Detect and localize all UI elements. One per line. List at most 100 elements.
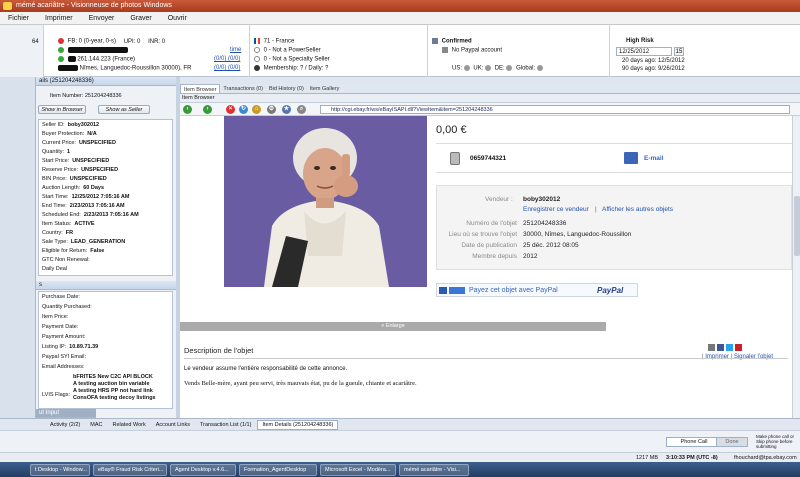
field-label: BIN Price: xyxy=(42,176,67,182)
item-photo[interactable] xyxy=(224,116,427,287)
field-label: Email Addresses: xyxy=(42,364,85,370)
tab-activity[interactable]: Activity (2/2) xyxy=(46,421,84,429)
page-scrollbar[interactable] xyxy=(792,116,800,418)
print-link[interactable]: Imprimer xyxy=(705,354,729,360)
field-label: Item Status: xyxy=(42,221,72,227)
risk-date-input[interactable]: 12/25/2012 xyxy=(616,47,672,56)
description-text: Vends Belle-mère, ayant peu servi, très … xyxy=(184,380,417,387)
calendar-icon[interactable]: 15 xyxy=(674,47,684,56)
scrollbar-thumb[interactable] xyxy=(794,196,800,256)
menu-envoyer[interactable]: Envoyer xyxy=(87,14,117,23)
facebook-icon[interactable] xyxy=(717,344,724,351)
task-ebay-fraud[interactable]: eBay® Fraud Risk Criteri... xyxy=(93,463,167,476)
task-agent-desktop[interactable]: Agent Desktop v.4.6... xyxy=(170,463,236,476)
item-details-inner: ails (251204248336) Item Number: 2512042… xyxy=(36,77,177,418)
menu-graver[interactable]: Graver xyxy=(128,14,153,23)
field-row: Item Status: ACTIVE xyxy=(42,221,95,227)
info-paypal-column: Confirmed No Paypal account US: UK: DE: … xyxy=(428,25,610,77)
item-number-value: 251204248336 xyxy=(84,93,122,99)
save-seller-link[interactable]: Enregistrer ce vendeur xyxy=(523,206,589,213)
seller-phone[interactable]: 0659744321 xyxy=(470,155,506,162)
field-label: Scheduled End: xyxy=(42,212,81,218)
task-desktop[interactable]: t Desktop - Window... xyxy=(30,463,90,476)
listing-value: 251204248336 xyxy=(523,220,567,227)
region-uk-icon xyxy=(485,65,492,71)
pinterest-icon[interactable] xyxy=(735,344,742,351)
tab-mac[interactable]: MAC xyxy=(86,421,106,429)
region-uk: UK: xyxy=(473,65,484,72)
url-field[interactable]: http://cgi.ebay.fr/ws/eBayISAPI.dll?View… xyxy=(320,105,790,114)
email-link[interactable]: E-mail xyxy=(644,155,664,162)
field-row: Payment Amount: xyxy=(42,334,88,340)
item-fields-box: Seller ID: boby302012 Buyer Protection: N/A… xyxy=(38,119,173,276)
seller-name[interactable]: boby302012 xyxy=(523,196,560,203)
field-label: Country: xyxy=(42,230,63,236)
field-label: Start Price: xyxy=(42,158,70,164)
menu-imprimer[interactable]: Imprimer xyxy=(43,14,75,23)
tab-transactions[interactable]: Transactions (0) xyxy=(220,84,266,93)
tab-account-links[interactable]: Account Links xyxy=(152,421,194,429)
time-link[interactable]: time xyxy=(230,47,241,53)
field-row: Purchase Date: xyxy=(42,294,83,300)
france-flag-icon xyxy=(254,38,260,44)
menu-ouvrir[interactable]: Ouvrir xyxy=(166,14,189,23)
user-status-icon xyxy=(58,47,64,53)
back-icon[interactable]: ‹ xyxy=(183,105,192,114)
report-link[interactable]: Signaler l'objet xyxy=(734,354,773,360)
tab-bid-history[interactable]: Bid History (0) xyxy=(266,84,307,93)
field-row: Start Time: 12/25/2012 7:05:16 AM xyxy=(42,194,129,200)
field-value: 2/23/2013 7:05:16 AM xyxy=(69,203,125,209)
field-label: Sale Type: xyxy=(42,239,68,245)
task-excel[interactable]: Microsoft Excel - Modèra... xyxy=(320,463,396,476)
region-de-icon xyxy=(506,65,513,71)
done-button[interactable]: Done xyxy=(716,437,748,447)
field-value: 1 xyxy=(67,149,71,155)
field-value: LEAD_GENERATION xyxy=(70,239,126,245)
phone-call-field[interactable]: Phone Call xyxy=(666,437,722,447)
search-icon[interactable]: ⌕ xyxy=(297,105,306,114)
field-row: GTC Non Renewal: xyxy=(42,257,93,263)
enlarge-bar[interactable]: ⌕ Enlarge xyxy=(180,322,606,331)
mail-share-icon[interactable] xyxy=(708,344,715,351)
tab-item-details[interactable]: Item Details (251204248336) xyxy=(257,419,339,430)
show-in-browser-button[interactable]: Show in Browser xyxy=(38,105,86,114)
menu-fichier[interactable]: Fichier xyxy=(6,14,31,23)
paypal-logo: PayPal xyxy=(597,286,624,295)
forward-icon[interactable]: › xyxy=(203,105,212,114)
info-left-strip: 64 xyxy=(0,25,44,77)
field-label: Eligible for Return: xyxy=(42,248,88,254)
other-items-link[interactable]: Afficher les autres objets xyxy=(602,206,673,213)
tab-related-work[interactable]: Related Work xyxy=(109,421,150,429)
twitter-icon[interactable] xyxy=(726,344,733,351)
listing-label: Date de publication xyxy=(461,242,517,249)
lvis-flag: bFRITES New C2C API BLOCK xyxy=(73,374,153,380)
input-tab[interactable]: ut Input xyxy=(36,409,96,418)
item-number-label: Item Number: xyxy=(50,93,84,99)
field-label: Current Price: xyxy=(42,140,76,146)
task-photo-viewer[interactable]: mémé acariâtre - Visi... xyxy=(399,463,469,476)
counts-link-a[interactable]: (0/0) (0/0) xyxy=(214,56,240,62)
counts-link-b[interactable]: (0/0) (0/0) xyxy=(214,65,240,71)
home-icon[interactable]: ⌂ xyxy=(252,105,261,114)
show-as-seller-button[interactable]: Show as Seller xyxy=(98,105,150,114)
tab-item-browser[interactable]: Item Browser xyxy=(180,84,221,93)
window-title: mémé acariâtre - Visionneuse de photos W… xyxy=(16,2,172,9)
field-row: Paypal SYI Email: xyxy=(42,354,89,360)
phone-icon xyxy=(450,152,460,165)
info-seller-column: 71 - France 0 - Not a PowerSeller 0 - No… xyxy=(250,25,428,77)
fb-status-icon xyxy=(58,38,64,44)
tools-icon[interactable]: ⚙ xyxy=(267,105,276,114)
field-label: Purchase Date: xyxy=(42,294,80,300)
refresh-icon[interactable]: ↻ xyxy=(239,105,248,114)
days-ago-90: 90 days ago: 9/26/2012 xyxy=(622,66,685,72)
call-note: Make phone call or Skip phone before sub… xyxy=(756,434,795,449)
tab-transaction-list[interactable]: Transaction List (1/1) xyxy=(196,421,255,429)
stop-icon[interactable]: × xyxy=(226,105,235,114)
tab-item-gallery[interactable]: Item Gallery xyxy=(307,84,343,93)
bookmark-icon[interactable]: ★ xyxy=(282,105,291,114)
field-label: Payment Date: xyxy=(42,324,79,330)
field-label: Start Time: xyxy=(42,194,69,200)
paypal-bar[interactable]: Payez cet objet avec PayPal PayPal xyxy=(436,283,638,297)
field-row: Email Addresses: xyxy=(42,364,88,370)
task-formation[interactable]: Formation_AgentDesktop xyxy=(239,463,317,476)
